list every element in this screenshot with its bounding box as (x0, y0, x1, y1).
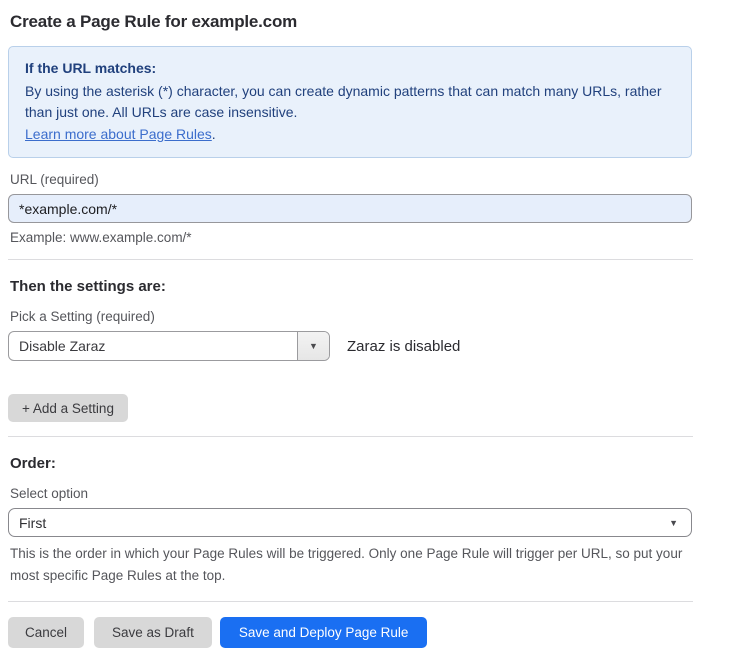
pick-setting-label: Pick a Setting (required) (10, 309, 690, 324)
section-divider (8, 601, 693, 602)
order-section-heading: Order: (10, 455, 690, 472)
add-setting-button[interactable]: + Add a Setting (8, 394, 128, 422)
learn-more-link[interactable]: Learn more about Page Rules (25, 126, 212, 142)
url-match-info-box: If the URL matches: By using the asteris… (8, 46, 692, 158)
link-suffix: . (212, 126, 216, 142)
setting-status-text: Zaraz is disabled (347, 338, 460, 355)
settings-section-heading: Then the settings are: (10, 278, 690, 295)
section-divider (8, 436, 693, 437)
page-title: Create a Page Rule for example.com (10, 12, 692, 32)
chevron-down-icon: ▼ (669, 518, 691, 528)
order-description: This is the order in which your Page Rul… (10, 543, 690, 587)
setting-select-value: Disable Zaraz (9, 332, 297, 360)
form-container: Create a Page Rule for example.com If th… (0, 0, 692, 648)
info-box-body: By using the asterisk (*) character, you… (25, 81, 665, 124)
order-select-value: First (9, 515, 669, 531)
cancel-button[interactable]: Cancel (8, 617, 84, 648)
save-and-deploy-button[interactable]: Save and Deploy Page Rule (220, 617, 428, 648)
info-box-link-line: Learn more about Page Rules. (25, 124, 675, 146)
url-field-label: URL (required) (10, 172, 690, 187)
section-divider (8, 259, 693, 260)
form-actions: Cancel Save as Draft Save and Deploy Pag… (8, 617, 692, 648)
order-select[interactable]: First ▼ (8, 508, 692, 537)
chevron-down-icon[interactable]: ▼ (297, 332, 329, 360)
setting-select[interactable]: Disable Zaraz ▼ (8, 331, 330, 361)
order-select-label: Select option (10, 486, 690, 501)
url-example-help: Example: www.example.com/* (10, 230, 690, 245)
setting-row: Disable Zaraz ▼ Zaraz is disabled (8, 331, 692, 361)
save-as-draft-button[interactable]: Save as Draft (94, 617, 212, 648)
info-box-heading: If the URL matches: (25, 58, 675, 80)
page-rule-form: Create a Page Rule for example.com If th… (0, 0, 750, 670)
url-input[interactable] (8, 194, 692, 223)
